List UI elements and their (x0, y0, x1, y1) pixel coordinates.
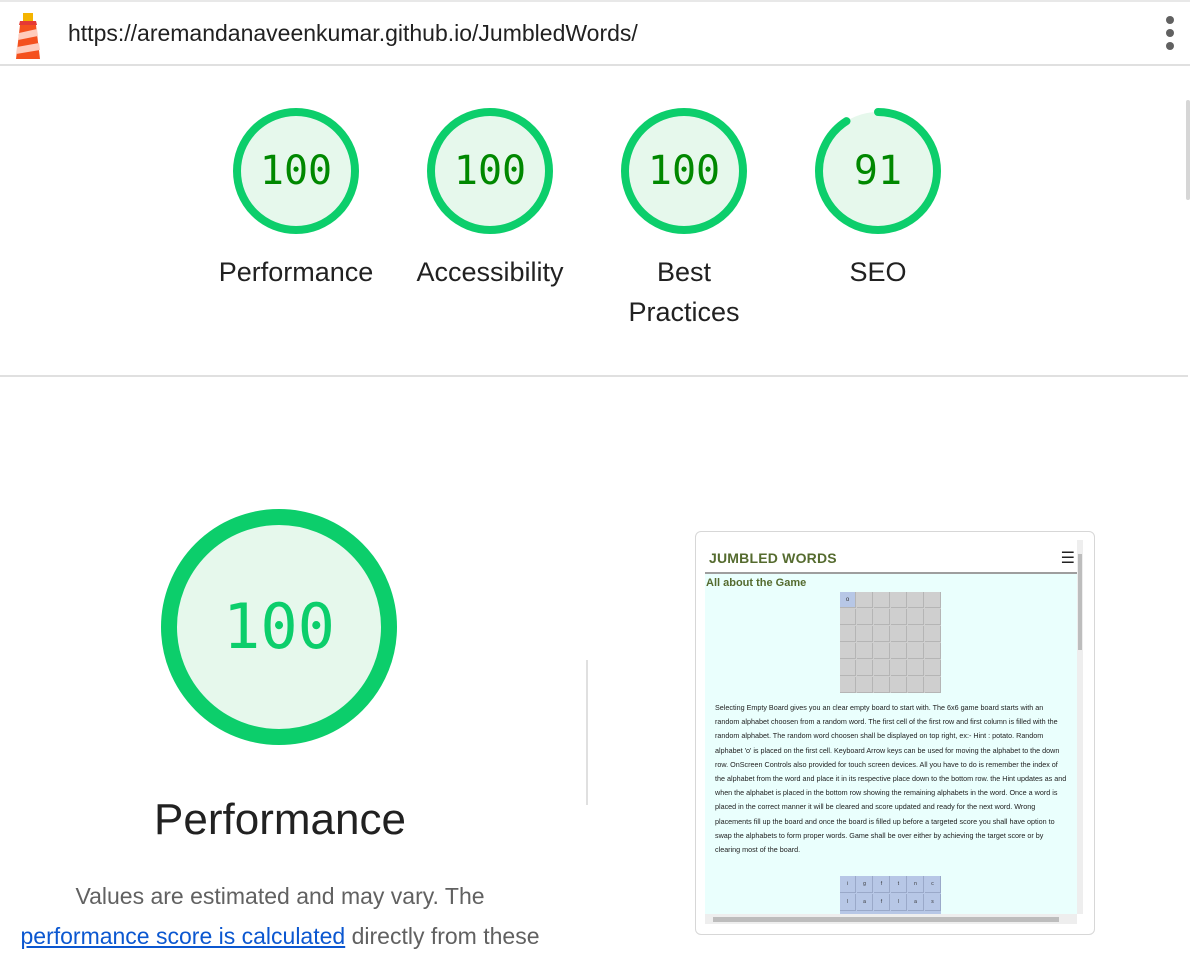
performance-score: 100 (259, 148, 333, 194)
filled-board-cell: c (925, 876, 941, 893)
board-cell (891, 677, 907, 693)
board-cell (857, 626, 873, 642)
board-cell (874, 626, 890, 642)
game-description: Selecting Empty Board gives you an clear… (715, 703, 1067, 855)
board-cell (857, 609, 873, 625)
performance-label: Performance (218, 257, 374, 287)
page-scrollbar[interactable] (1186, 100, 1190, 200)
screenshot-vertical-scrollbar (1077, 540, 1083, 914)
board-cell (925, 609, 941, 625)
board-cell (908, 677, 924, 693)
board-cell (874, 660, 890, 676)
board-cell (840, 643, 856, 659)
filled-board-cell: i (840, 876, 856, 893)
description-line1: Values are estimated and may vary. The (75, 883, 485, 909)
app-body: All about the Game o Selecting Empty Boa… (705, 574, 1077, 916)
seo-label: SEO (849, 257, 907, 287)
gauge-accessibility[interactable]: 100 Accessibility (390, 106, 590, 292)
accessibility-score: 100 (453, 148, 527, 194)
board-cell (908, 626, 924, 642)
app-header: JUMBLED WORDS ☰ (705, 540, 1077, 574)
vertical-divider (586, 660, 588, 805)
filled-board-cell: f (874, 894, 890, 911)
seo-score: 91 (853, 148, 903, 194)
filled-board-cell: f (874, 876, 890, 893)
description-tail: directly from these (345, 923, 540, 949)
performance-big-gauge: 100 (159, 507, 399, 747)
board-cell (891, 660, 907, 676)
filled-board-cell: s (925, 894, 941, 911)
gauge-best-practices[interactable]: 100 Best Practices (584, 106, 784, 332)
board-cell (840, 609, 856, 625)
best-practices-score: 100 (647, 148, 721, 194)
board-cell (891, 609, 907, 625)
board-cell (925, 660, 941, 676)
board-cell (925, 592, 941, 608)
best-practices-label-line1: Best (656, 257, 712, 287)
board-cell (908, 660, 924, 676)
board-cell (891, 626, 907, 642)
hamburger-menu-icon: ☰ (1060, 550, 1075, 567)
screenshot-content: JUMBLED WORDS ☰ All about the Game o Sel… (705, 540, 1083, 924)
board-cell (908, 643, 924, 659)
more-vert-icon[interactable] (1158, 16, 1182, 56)
best-practices-label-line2: Practices (628, 297, 740, 327)
performance-description: Values are estimated and may vary. The p… (0, 876, 560, 956)
board-cell (891, 643, 907, 659)
board-cell (857, 660, 873, 676)
board-cell (840, 660, 856, 676)
section-divider (0, 375, 1188, 377)
board-cell (874, 677, 890, 693)
filled-board-cell: a (908, 894, 924, 911)
performance-score-link[interactable]: performance score is calculated (20, 923, 345, 949)
page-url: https://aremandanaveenkumar.github.io/Ju… (68, 20, 638, 46)
app-subtitle: All about the Game (706, 577, 807, 589)
description-line2: performance score is calculated directly… (0, 916, 560, 956)
filled-board-cell: l (840, 894, 856, 911)
screenshot-horizontal-scrollbar (705, 914, 1077, 924)
board-cell (857, 677, 873, 693)
board-cell (874, 592, 890, 608)
board-cell (925, 643, 941, 659)
filled-board-cell: a (857, 894, 873, 911)
lighthouse-icon (16, 13, 40, 59)
board-cell (840, 626, 856, 642)
performance-title: Performance (154, 795, 406, 844)
board-cell (840, 677, 856, 693)
url-bar: https://aremandanaveenkumar.github.io/Ju… (0, 0, 1190, 66)
accessibility-label: Accessibility (416, 257, 564, 287)
filled-board-cell: g (857, 876, 873, 893)
performance-big-score: 100 (223, 590, 335, 663)
board-first-cell: o (840, 592, 856, 608)
board-cell (857, 643, 873, 659)
gauge-seo[interactable]: 91 SEO (778, 106, 978, 292)
app-title: JUMBLED WORDS (709, 550, 837, 566)
board-cell (874, 609, 890, 625)
filled-board-cell: n (908, 876, 924, 893)
final-screenshot[interactable]: JUMBLED WORDS ☰ All about the Game o Sel… (695, 531, 1095, 935)
board-cell (908, 592, 924, 608)
board-cell (908, 609, 924, 625)
gauge-performance[interactable]: 100 Performance (196, 106, 396, 292)
filled-board-cell: t (891, 876, 907, 893)
board-cell (874, 643, 890, 659)
board-cell (857, 592, 873, 608)
board-cell (891, 592, 907, 608)
filled-board-cell: l (891, 894, 907, 911)
board-cell (925, 677, 941, 693)
best-practices-label: Best Practices (584, 252, 784, 332)
board-cell (925, 626, 941, 642)
game-board-empty: o (840, 592, 941, 693)
game-board-filled: igftnclaflas (840, 876, 941, 916)
